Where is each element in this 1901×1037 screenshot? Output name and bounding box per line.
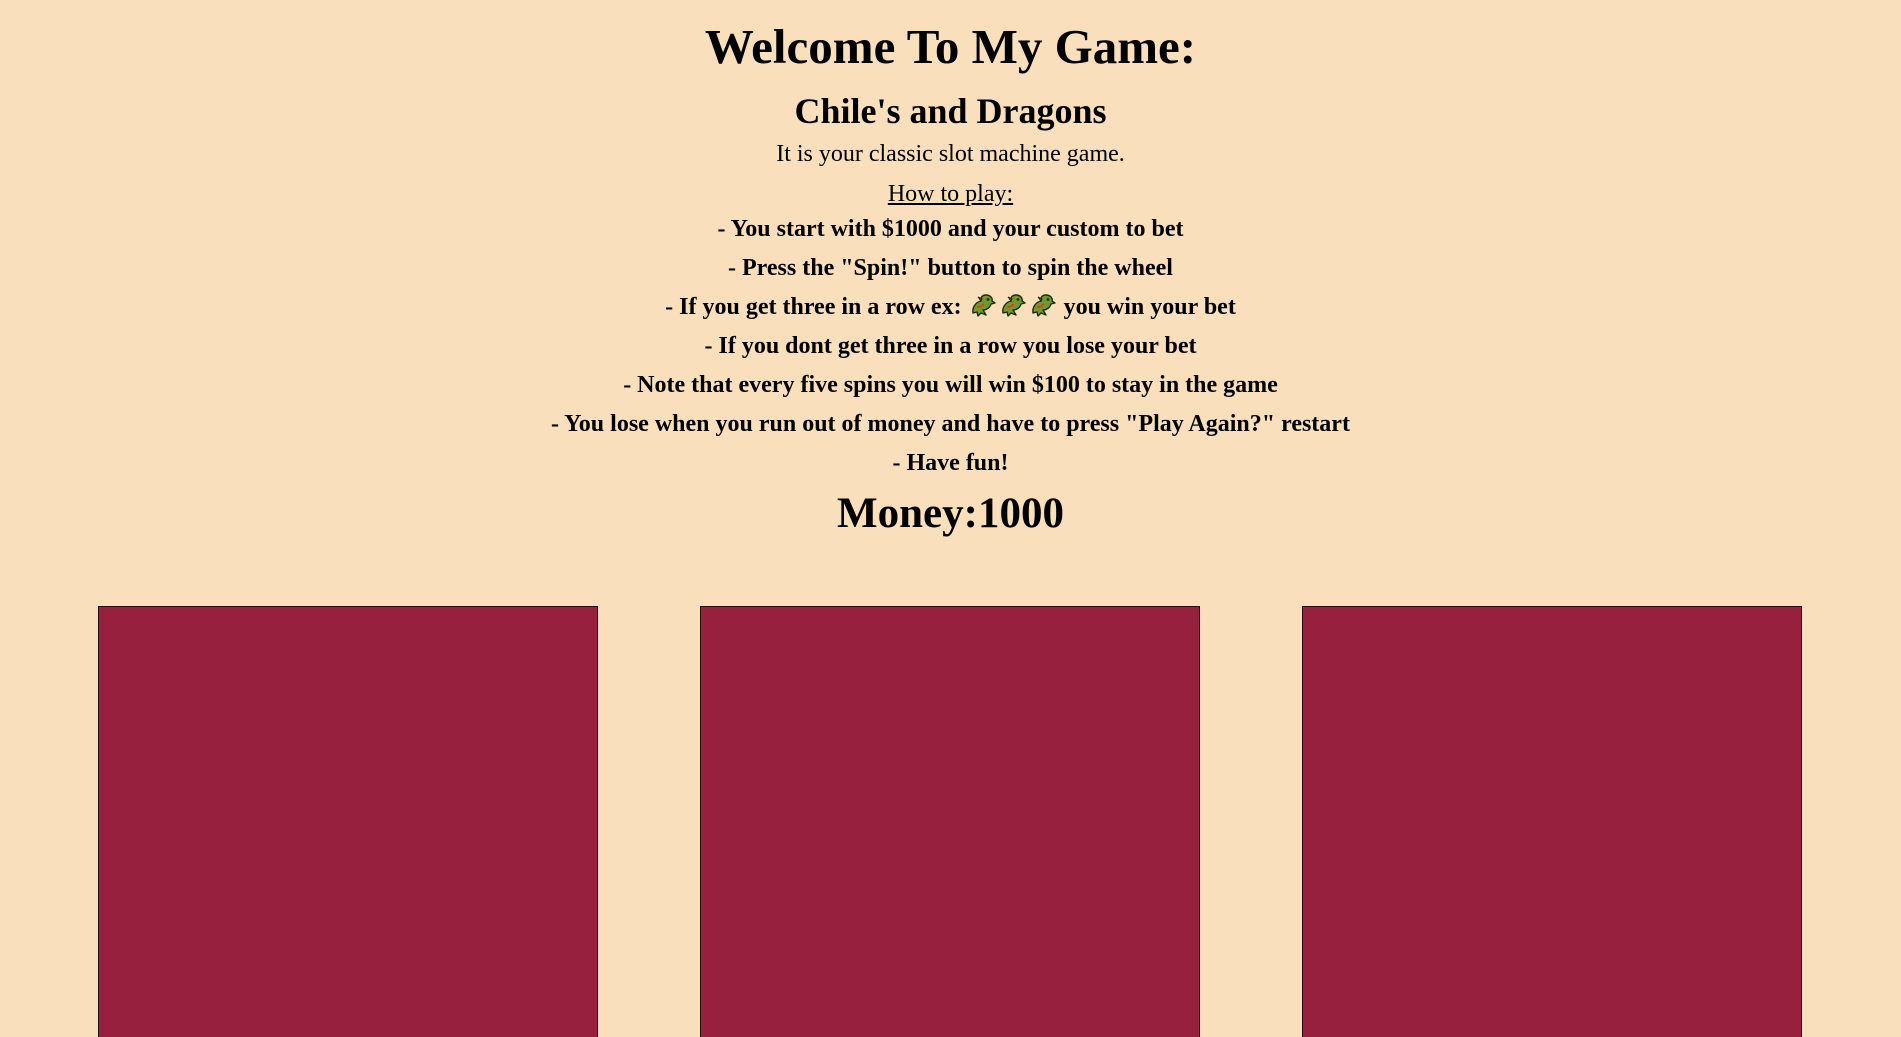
- slot-reel-1: [98, 606, 598, 1037]
- rule-have-fun: - Have fun!: [892, 450, 1009, 476]
- slot-reels: [0, 606, 1901, 1037]
- rule-three-in-row: - If you get three in a row ex: you win …: [0, 288, 1901, 327]
- money-label: Money:: [837, 490, 978, 537]
- money-value: 1000: [977, 490, 1064, 537]
- money-display: Money:1000: [0, 487, 1901, 541]
- rule-press-spin: - Press the "Spin!" button to spin the w…: [728, 255, 1173, 281]
- game-intro: It is your classic slot machine game.: [776, 141, 1125, 167]
- dragon-icon: [969, 291, 997, 319]
- rule-bonus-spins: - Note that every five spins you will wi…: [623, 372, 1278, 398]
- game-page: Welcome To My Game: Chile's and Dragons …: [0, 0, 1901, 1037]
- page-title: Welcome To My Game:: [704, 19, 1197, 74]
- rule-three-in-row-prefix: - If you get three in a row ex:: [665, 294, 962, 320]
- dragon-icon: [1029, 291, 1057, 319]
- slot-reel-3: [1302, 606, 1802, 1037]
- game-subtitle: Chile's and Dragons: [794, 91, 1107, 131]
- rule-start-money: - You start with $1000 and your custom t…: [717, 216, 1184, 242]
- rule-three-in-row-suffix: you win your bet: [1063, 294, 1236, 320]
- rule-game-over: - You lose when you run out of money and…: [551, 411, 1350, 437]
- how-to-play-heading: How to play:: [887, 181, 1014, 207]
- slot-reel-2: [700, 606, 1200, 1037]
- rule-lose-bet: - If you dont get three in a row you los…: [704, 333, 1197, 359]
- dragon-icon: [999, 291, 1027, 319]
